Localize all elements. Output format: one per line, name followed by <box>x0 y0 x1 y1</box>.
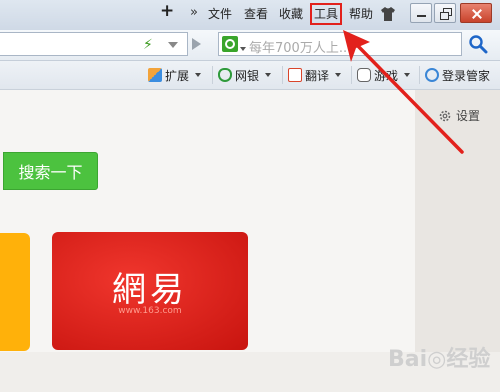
annotation-arrow <box>343 30 464 154</box>
